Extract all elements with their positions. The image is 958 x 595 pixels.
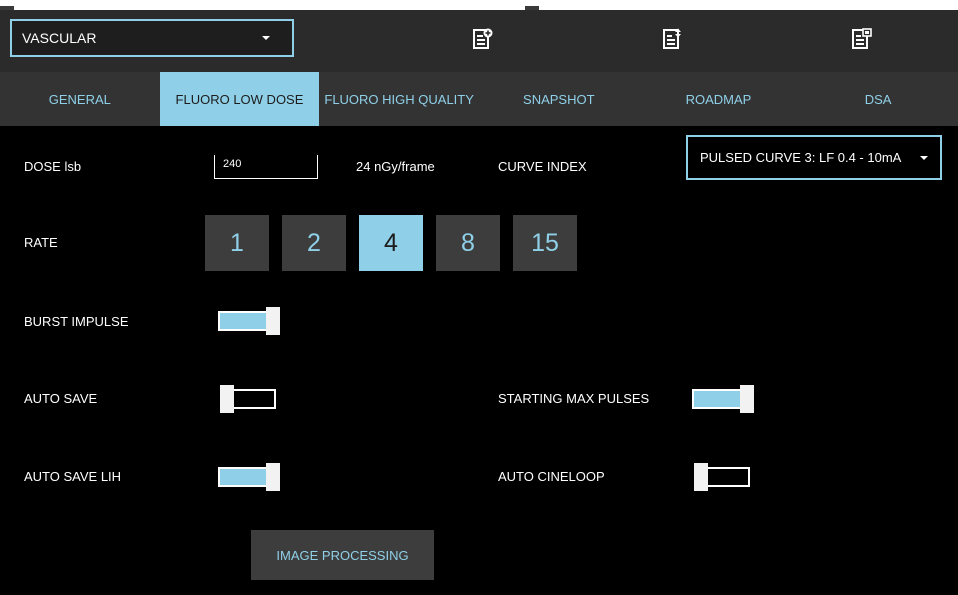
rate-label: RATE	[24, 235, 58, 250]
toggle-knob	[740, 385, 754, 413]
tab-general[interactable]: GENERAL	[0, 72, 160, 126]
toggle-knob	[220, 385, 234, 413]
tab-fluoro-high-quality[interactable]: FLUORO HIGH QUALITY	[319, 72, 479, 126]
auto-save-lih-toggle[interactable]	[218, 463, 280, 491]
header-bar: VASCULAR	[0, 10, 958, 72]
image-document-button[interactable]	[852, 28, 872, 50]
tab-dsa[interactable]: DSA	[798, 72, 958, 126]
starting-max-pulses-label: STARTING MAX PULSES	[498, 391, 650, 406]
tab-bar: GENERAL FLUORO LOW DOSE FLUORO HIGH QUAL…	[0, 72, 958, 126]
auto-cineloop-toggle[interactable]	[694, 463, 756, 491]
dose-label: DOSE lsb	[24, 159, 82, 174]
chevron-down-icon	[920, 155, 928, 160]
image-document-icon	[852, 28, 872, 49]
tab-roadmap[interactable]: ROADMAP	[639, 72, 799, 126]
auto-cineloop-label: AUTO CINELOOP	[498, 469, 605, 484]
add-document-button[interactable]	[473, 28, 493, 50]
toggle-knob	[694, 463, 708, 491]
auto-save-lih-label: AUTO SAVE LIH	[24, 469, 122, 484]
preset-dropdown[interactable]: VASCULAR	[10, 19, 294, 57]
dose-input[interactable]: 240	[214, 155, 318, 179]
curve-index-label: CURVE INDEX	[498, 159, 587, 174]
image-processing-button[interactable]: IMAGE PROCESSING	[251, 530, 434, 580]
sort-document-icon	[663, 28, 681, 49]
curve-index-dropdown[interactable]: PULSED CURVE 3: LF 0.4 - 10mA	[686, 135, 942, 180]
curve-index-value: PULSED CURVE 3: LF 0.4 - 10mA	[700, 150, 902, 165]
auto-save-toggle[interactable]	[220, 385, 282, 413]
add-document-icon	[473, 28, 493, 49]
chevron-down-icon	[262, 36, 270, 40]
preset-value: VASCULAR	[22, 30, 97, 46]
tab-fluoro-low-dose[interactable]: FLUORO LOW DOSE	[159, 72, 320, 126]
starting-max-pulses-toggle[interactable]	[692, 385, 754, 413]
sort-document-button[interactable]	[663, 28, 683, 50]
dose-per-frame: 24 nGy/frame	[356, 159, 435, 174]
rate-button-1[interactable]: 1	[205, 215, 269, 271]
rate-button-15[interactable]: 15	[513, 215, 577, 271]
burst-impulse-label: BURST IMPULSE	[24, 314, 129, 329]
auto-save-label: AUTO SAVE	[24, 391, 98, 406]
burst-impulse-toggle[interactable]	[218, 307, 280, 335]
toggle-knob	[266, 463, 280, 491]
window-top-strip	[0, 0, 958, 10]
tab-snapshot[interactable]: SNAPSHOT	[479, 72, 639, 126]
rate-button-4[interactable]: 4	[359, 215, 423, 271]
rate-button-8[interactable]: 8	[436, 215, 500, 271]
rate-button-2[interactable]: 2	[282, 215, 346, 271]
toggle-knob	[266, 307, 280, 335]
